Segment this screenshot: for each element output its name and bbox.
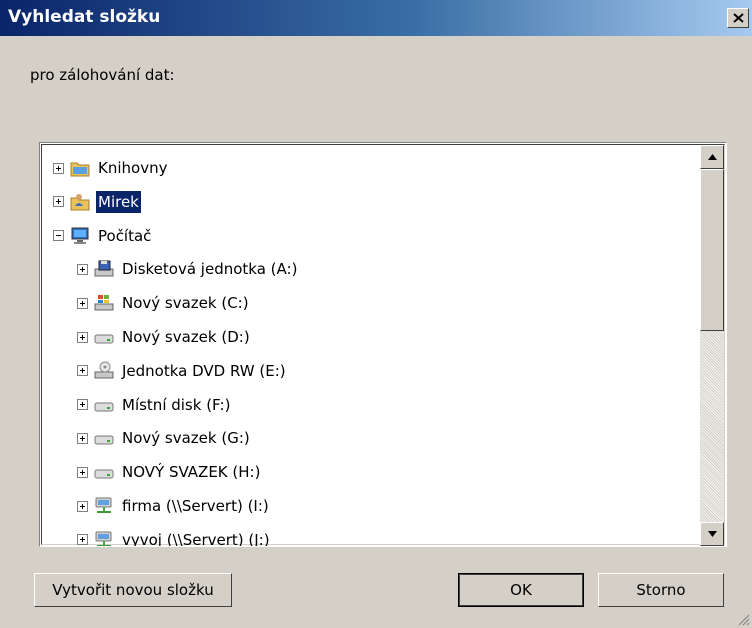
collapse-toggle[interactable] <box>53 230 64 242</box>
tree-item[interactable]: Mirek <box>53 187 141 217</box>
user-folder-icon <box>70 193 90 211</box>
network-drive-icon <box>95 531 112 546</box>
tree-item-label: Počítač <box>98 226 152 245</box>
scroll-down-button[interactable] <box>700 522 724 546</box>
tree-item[interactable]: Disketová jednotka (A:) <box>77 254 299 284</box>
hard-drive-icon <box>94 435 114 445</box>
tree-item-label: Disketová jednotka (A:) <box>122 260 298 279</box>
computer-icon <box>71 227 89 244</box>
tree-item-label: Místní disk (F:) <box>122 395 231 414</box>
title-bar[interactable]: Vyhledat složku <box>0 0 752 36</box>
resize-grip-icon[interactable] <box>736 612 750 626</box>
tree-item-label: Knihovny <box>98 159 168 177</box>
tree-item-label: Nový svazek (G:) <box>122 429 250 448</box>
expand-toggle[interactable] <box>77 331 88 343</box>
tree-item[interactable]: firma (\\Servert) (I:) <box>77 491 271 521</box>
tree-item[interactable]: Nový svazek (C:) <box>77 288 251 318</box>
vertical-scrollbar[interactable] <box>700 145 724 546</box>
expand-toggle[interactable] <box>77 263 88 275</box>
tree-item[interactable]: Jednotka DVD RW (E:) <box>77 356 288 386</box>
close-icon <box>733 13 744 23</box>
folder-tree-list[interactable]: Knihovny Mirek Počítač Disketová jednotka (… <box>42 145 704 546</box>
expand-toggle[interactable] <box>77 534 88 546</box>
dvd-drive-icon <box>94 361 114 379</box>
windows-drive-icon <box>94 295 114 311</box>
expand-toggle[interactable] <box>77 500 88 512</box>
expand-toggle[interactable] <box>77 466 88 478</box>
tree-item-label: Jednotka DVD RW (E:) <box>122 361 286 380</box>
arrow-down-icon <box>708 531 717 537</box>
arrow-up-icon <box>708 154 717 160</box>
dialog-prompt: pro zálohování dat: <box>30 66 175 84</box>
tree-item[interactable]: NOVÝ SVAZEK (H:) <box>77 457 262 487</box>
expand-toggle[interactable] <box>53 162 64 174</box>
tree-item-label: firma (\\Servert) (I:) <box>122 497 269 515</box>
tree-item-label: Nový svazek (C:) <box>122 294 249 313</box>
tree-item-label: NOVÝ SVAZEK (H:) <box>122 463 261 482</box>
ok-button[interactable]: OK <box>458 573 584 607</box>
libraries-folder-icon <box>70 162 90 177</box>
tree-item[interactable]: Knihovny <box>53 153 169 183</box>
expand-toggle[interactable] <box>77 365 88 377</box>
network-drive-icon <box>95 497 112 513</box>
hard-drive-icon <box>94 402 114 412</box>
expand-toggle[interactable] <box>77 432 88 444</box>
tree-item[interactable]: Místní disk (F:) <box>77 390 232 420</box>
tree-item[interactable]: Nový svazek (G:) <box>77 423 252 453</box>
scrollbar-thumb[interactable] <box>700 169 724 331</box>
cancel-button[interactable]: Storno <box>598 573 724 607</box>
hard-drive-icon <box>94 469 114 479</box>
browse-folder-dialog: Vyhledat složku pro zálohování dat: Knih… <box>0 0 752 628</box>
hard-drive-icon <box>94 334 114 344</box>
tree-item[interactable]: Počítač <box>53 221 153 251</box>
expand-toggle[interactable] <box>77 297 88 309</box>
dialog-title: Vyhledat složku <box>8 7 161 27</box>
tree-item[interactable]: Nový svazek (D:) <box>77 322 252 352</box>
tree-item-label: Mirek <box>96 190 141 213</box>
tree-item-label: Nový svazek (D:) <box>122 328 250 346</box>
new-folder-button[interactable]: Vytvořit novou složku <box>34 573 232 607</box>
expand-toggle[interactable] <box>53 196 64 208</box>
tree-item[interactable]: vyvoj (\\Servert) (J:) <box>77 525 272 546</box>
expand-toggle[interactable] <box>77 399 88 411</box>
close-button[interactable] <box>727 8 749 28</box>
folder-tree[interactable]: Knihovny Mirek Počítač Disketová jednotka (… <box>39 142 727 547</box>
floppy-drive-icon <box>94 260 114 277</box>
scroll-up-button[interactable] <box>700 145 724 169</box>
tree-item-label: vyvoj (\\Servert) (J:) <box>122 530 270 546</box>
